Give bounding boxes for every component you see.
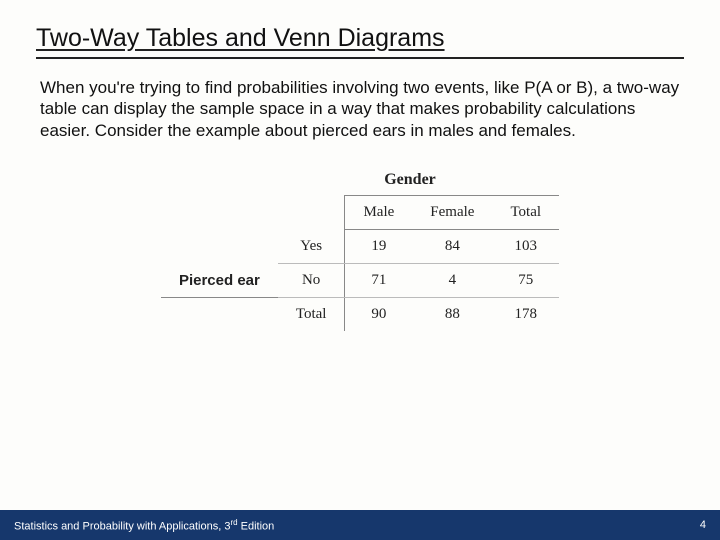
row-header-total: Total bbox=[278, 297, 345, 331]
row-header-no: No bbox=[278, 263, 345, 297]
cell-no-male: 71 bbox=[345, 263, 412, 297]
footer-prefix: Statistics and Probability with Applicat… bbox=[14, 520, 230, 532]
cell-tot-male: 90 bbox=[345, 297, 412, 331]
col-group-label: Gender bbox=[140, 171, 580, 189]
cell-yes-total: 103 bbox=[492, 229, 559, 263]
footer-suffix: Edition bbox=[238, 520, 275, 532]
slide: Two-Way Tables and Venn Diagrams When yo… bbox=[0, 0, 720, 540]
data-table: Male Female Total Yes 19 84 103 Pierced … bbox=[161, 195, 559, 331]
intro-paragraph: When you're trying to find probabilities… bbox=[40, 77, 680, 141]
footer-text: Statistics and Probability with Applicat… bbox=[14, 518, 274, 533]
cell-no-total: 75 bbox=[492, 263, 559, 297]
table-row: Pierced ear No 71 4 75 bbox=[161, 263, 559, 297]
cell-tot-total: 178 bbox=[492, 297, 559, 331]
footer-bar: Statistics and Probability with Applicat… bbox=[0, 510, 720, 540]
table-row-total: Total 90 88 178 bbox=[161, 297, 559, 331]
title-area: Two-Way Tables and Venn Diagrams bbox=[0, 0, 720, 63]
row-header-yes: Yes bbox=[278, 229, 345, 263]
header-row: Male Female Total bbox=[161, 195, 559, 229]
cell-no-female: 4 bbox=[412, 263, 492, 297]
col-header-male: Male bbox=[345, 195, 412, 229]
body-area: When you're trying to find probabilities… bbox=[0, 63, 720, 540]
col-header-female: Female bbox=[412, 195, 492, 229]
row-group-label: Pierced ear bbox=[161, 263, 278, 297]
two-way-table: Gender Male Female Total Yes 19 84 103 P… bbox=[140, 171, 580, 331]
cell-yes-female: 84 bbox=[412, 229, 492, 263]
col-header-total: Total bbox=[492, 195, 559, 229]
footer-sup: rd bbox=[230, 518, 237, 527]
cell-yes-male: 19 bbox=[345, 229, 412, 263]
page-number: 4 bbox=[700, 519, 706, 531]
slide-title: Two-Way Tables and Venn Diagrams bbox=[36, 24, 684, 59]
cell-tot-female: 88 bbox=[412, 297, 492, 331]
table-row: Yes 19 84 103 bbox=[161, 229, 559, 263]
